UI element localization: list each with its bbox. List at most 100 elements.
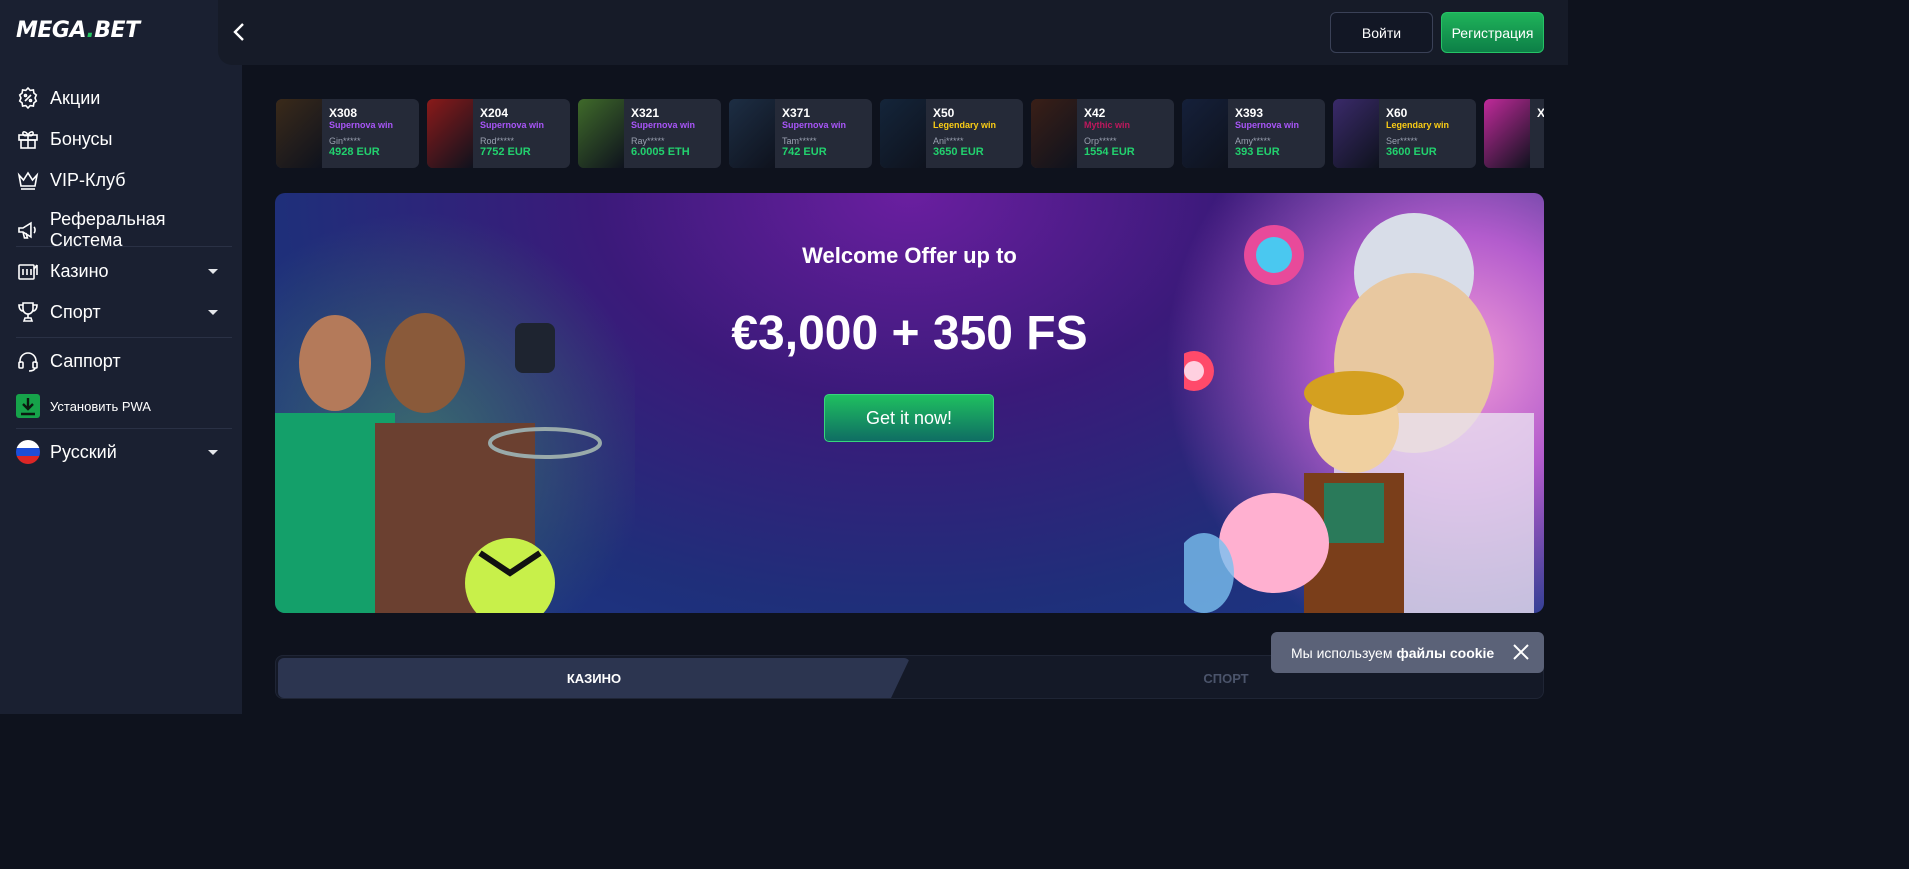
win-card[interactable]: X371 Supernova win Tam***** 742 EUR [729, 99, 872, 168]
chevron-down-icon[interactable] [208, 269, 218, 274]
win-user: Ani***** [933, 136, 964, 146]
win-user: Gin***** [329, 136, 361, 146]
casino-icon [18, 264, 38, 280]
sidebar: MEGA.BET Акции Бонусы VIP-Клуб Реферальн… [0, 0, 242, 714]
win-type: Mythic win [1084, 120, 1131, 130]
win-amount: 393 EUR [1235, 146, 1280, 158]
win-amount: 3650 EUR [933, 146, 984, 158]
win-amount: 3600 EUR [1386, 146, 1437, 158]
win-type: Supernova win [631, 120, 696, 130]
win-type: Legendary win [1386, 120, 1450, 130]
win-user: Rod***** [480, 136, 515, 146]
cookie-link[interactable]: файлы cookie [1396, 645, 1494, 661]
chevron-down-icon[interactable] [208, 310, 218, 315]
tab-casino[interactable]: КАЗИНО [278, 658, 910, 698]
close-icon[interactable] [1512, 643, 1530, 661]
gift-icon [18, 131, 38, 149]
megaphone-icon [18, 221, 36, 239]
chevron-left-icon[interactable] [232, 21, 246, 43]
sidebar-item-label: Установить PWA [50, 398, 151, 414]
game-thumbnail [1182, 99, 1228, 168]
sidebar-item-vip-club[interactable]: VIP-Клуб [16, 168, 126, 192]
win-multiplier: X371 [782, 106, 811, 120]
win-type: Supernova win [480, 120, 545, 130]
game-thumbnail [427, 99, 473, 168]
game-thumbnail [1031, 99, 1077, 168]
win-amount: 1554 EUR [1084, 146, 1135, 158]
login-button[interactable]: Войти [1330, 12, 1433, 53]
sidebar-item-install-pwa[interactable]: Установить PWA [16, 394, 151, 418]
win-card[interactable]: X42 Mythic win Orp***** 1554 EUR [1031, 99, 1174, 168]
register-button[interactable]: Регистрация [1441, 12, 1544, 53]
mega-bet-logo[interactable]: MEGA.BET [16, 18, 140, 43]
win-user: Ray***** [631, 136, 665, 146]
sidebar-item-label: Саппорт [50, 350, 121, 371]
flag-icon [16, 440, 40, 464]
win-card[interactable]: X393 Supernova win Amy***** 393 EUR [1182, 99, 1325, 168]
win-multiplier: X50 [933, 106, 955, 120]
crown-icon [17, 171, 39, 190]
win-amount: 742 EUR [782, 146, 827, 158]
win-user: Tam***** [782, 136, 817, 146]
sidebar-divider [16, 337, 232, 338]
language-label: Русский [50, 441, 117, 462]
win-amount: 7752 EUR [480, 146, 531, 158]
promo-icon [18, 86, 38, 110]
chevron-down-icon[interactable] [208, 450, 218, 455]
game-thumbnail [1333, 99, 1379, 168]
sidebar-item-casino[interactable]: Казино [16, 259, 109, 283]
win-card[interactable]: X [1484, 99, 1544, 168]
win-multiplier: X42 [1084, 106, 1106, 120]
win-multiplier: X393 [1235, 106, 1264, 120]
logo-bet: BET [94, 18, 140, 43]
win-multiplier: X308 [329, 106, 358, 120]
win-amount: 6.0005 ETH [631, 146, 690, 158]
sidebar-divider [16, 246, 232, 247]
headset-icon [18, 352, 38, 372]
sidebar-item-label: Бонусы [50, 128, 113, 149]
banner-welcome-text: Welcome Offer up to [802, 243, 1017, 268]
win-multiplier: X [1537, 106, 1544, 120]
win-card[interactable]: X308 Supernova win Gin***** 4928 EUR [276, 99, 419, 168]
win-multiplier: X60 [1386, 106, 1408, 120]
sidebar-item-promotions[interactable]: Акции [16, 86, 100, 110]
sidebar-divider [16, 428, 232, 429]
sidebar-item-label: Акции [50, 87, 101, 108]
sidebar-item-referral[interactable]: Реферальная Система [16, 209, 242, 251]
sidebar-item-label: Спорт [50, 301, 101, 322]
recent-wins-ticker: X308 Supernova win Gin***** 4928 EUR X204 Sup… [276, 99, 1544, 169]
sidebar-item-label: Казино [50, 260, 109, 281]
sidebar-item-sport[interactable]: Спорт [16, 300, 101, 324]
win-card[interactable]: X50 Legendary win Ani***** 3650 EUR [880, 99, 1023, 168]
sidebar-item-label: VIP-Клуб [50, 169, 126, 190]
get-it-now-button[interactable]: Get it now! [824, 394, 994, 442]
win-multiplier: X204 [480, 106, 509, 120]
game-thumbnail [578, 99, 624, 168]
banner-offer-amount: €3,000 + 350 FS [731, 307, 1088, 360]
cookie-text: Мы используем [1291, 644, 1393, 661]
win-card[interactable]: X321 Supernova win Ray***** 6.0005 ETH [578, 99, 721, 168]
welcome-banner[interactable]: Welcome Offer up to €3,000 + 350 FS Get … [275, 193, 1544, 613]
top-header: Войти Регистрация [218, 0, 1568, 65]
win-user: Amy***** [1235, 136, 1271, 146]
game-thumbnail [1484, 99, 1530, 168]
win-user: Ser***** [1386, 136, 1418, 146]
win-amount: 4928 EUR [329, 146, 380, 158]
game-thumbnail [729, 99, 775, 168]
game-thumbnail [276, 99, 322, 168]
sidebar-item-bonuses[interactable]: Бонусы [16, 127, 113, 151]
win-card[interactable]: X204 Supernova win Rod***** 7752 EUR [427, 99, 570, 168]
logo-mega: MEGA [16, 18, 87, 43]
sidebar-item-label: Реферальная Система [49, 209, 166, 250]
win-type: Legendary win [933, 120, 997, 130]
download-icon [16, 394, 40, 418]
game-thumbnail [880, 99, 926, 168]
sidebar-item-support[interactable]: Саппорт [16, 349, 121, 373]
language-selector[interactable]: Русский [16, 440, 117, 464]
win-multiplier: X321 [631, 106, 660, 120]
win-card[interactable]: X60 Legendary win Ser***** 3600 EUR [1333, 99, 1476, 168]
win-type: Supernova win [1235, 120, 1300, 130]
win-type: Supernova win [329, 120, 394, 130]
win-user: Orp***** [1084, 136, 1117, 146]
win-type: Supernova win [782, 120, 847, 130]
